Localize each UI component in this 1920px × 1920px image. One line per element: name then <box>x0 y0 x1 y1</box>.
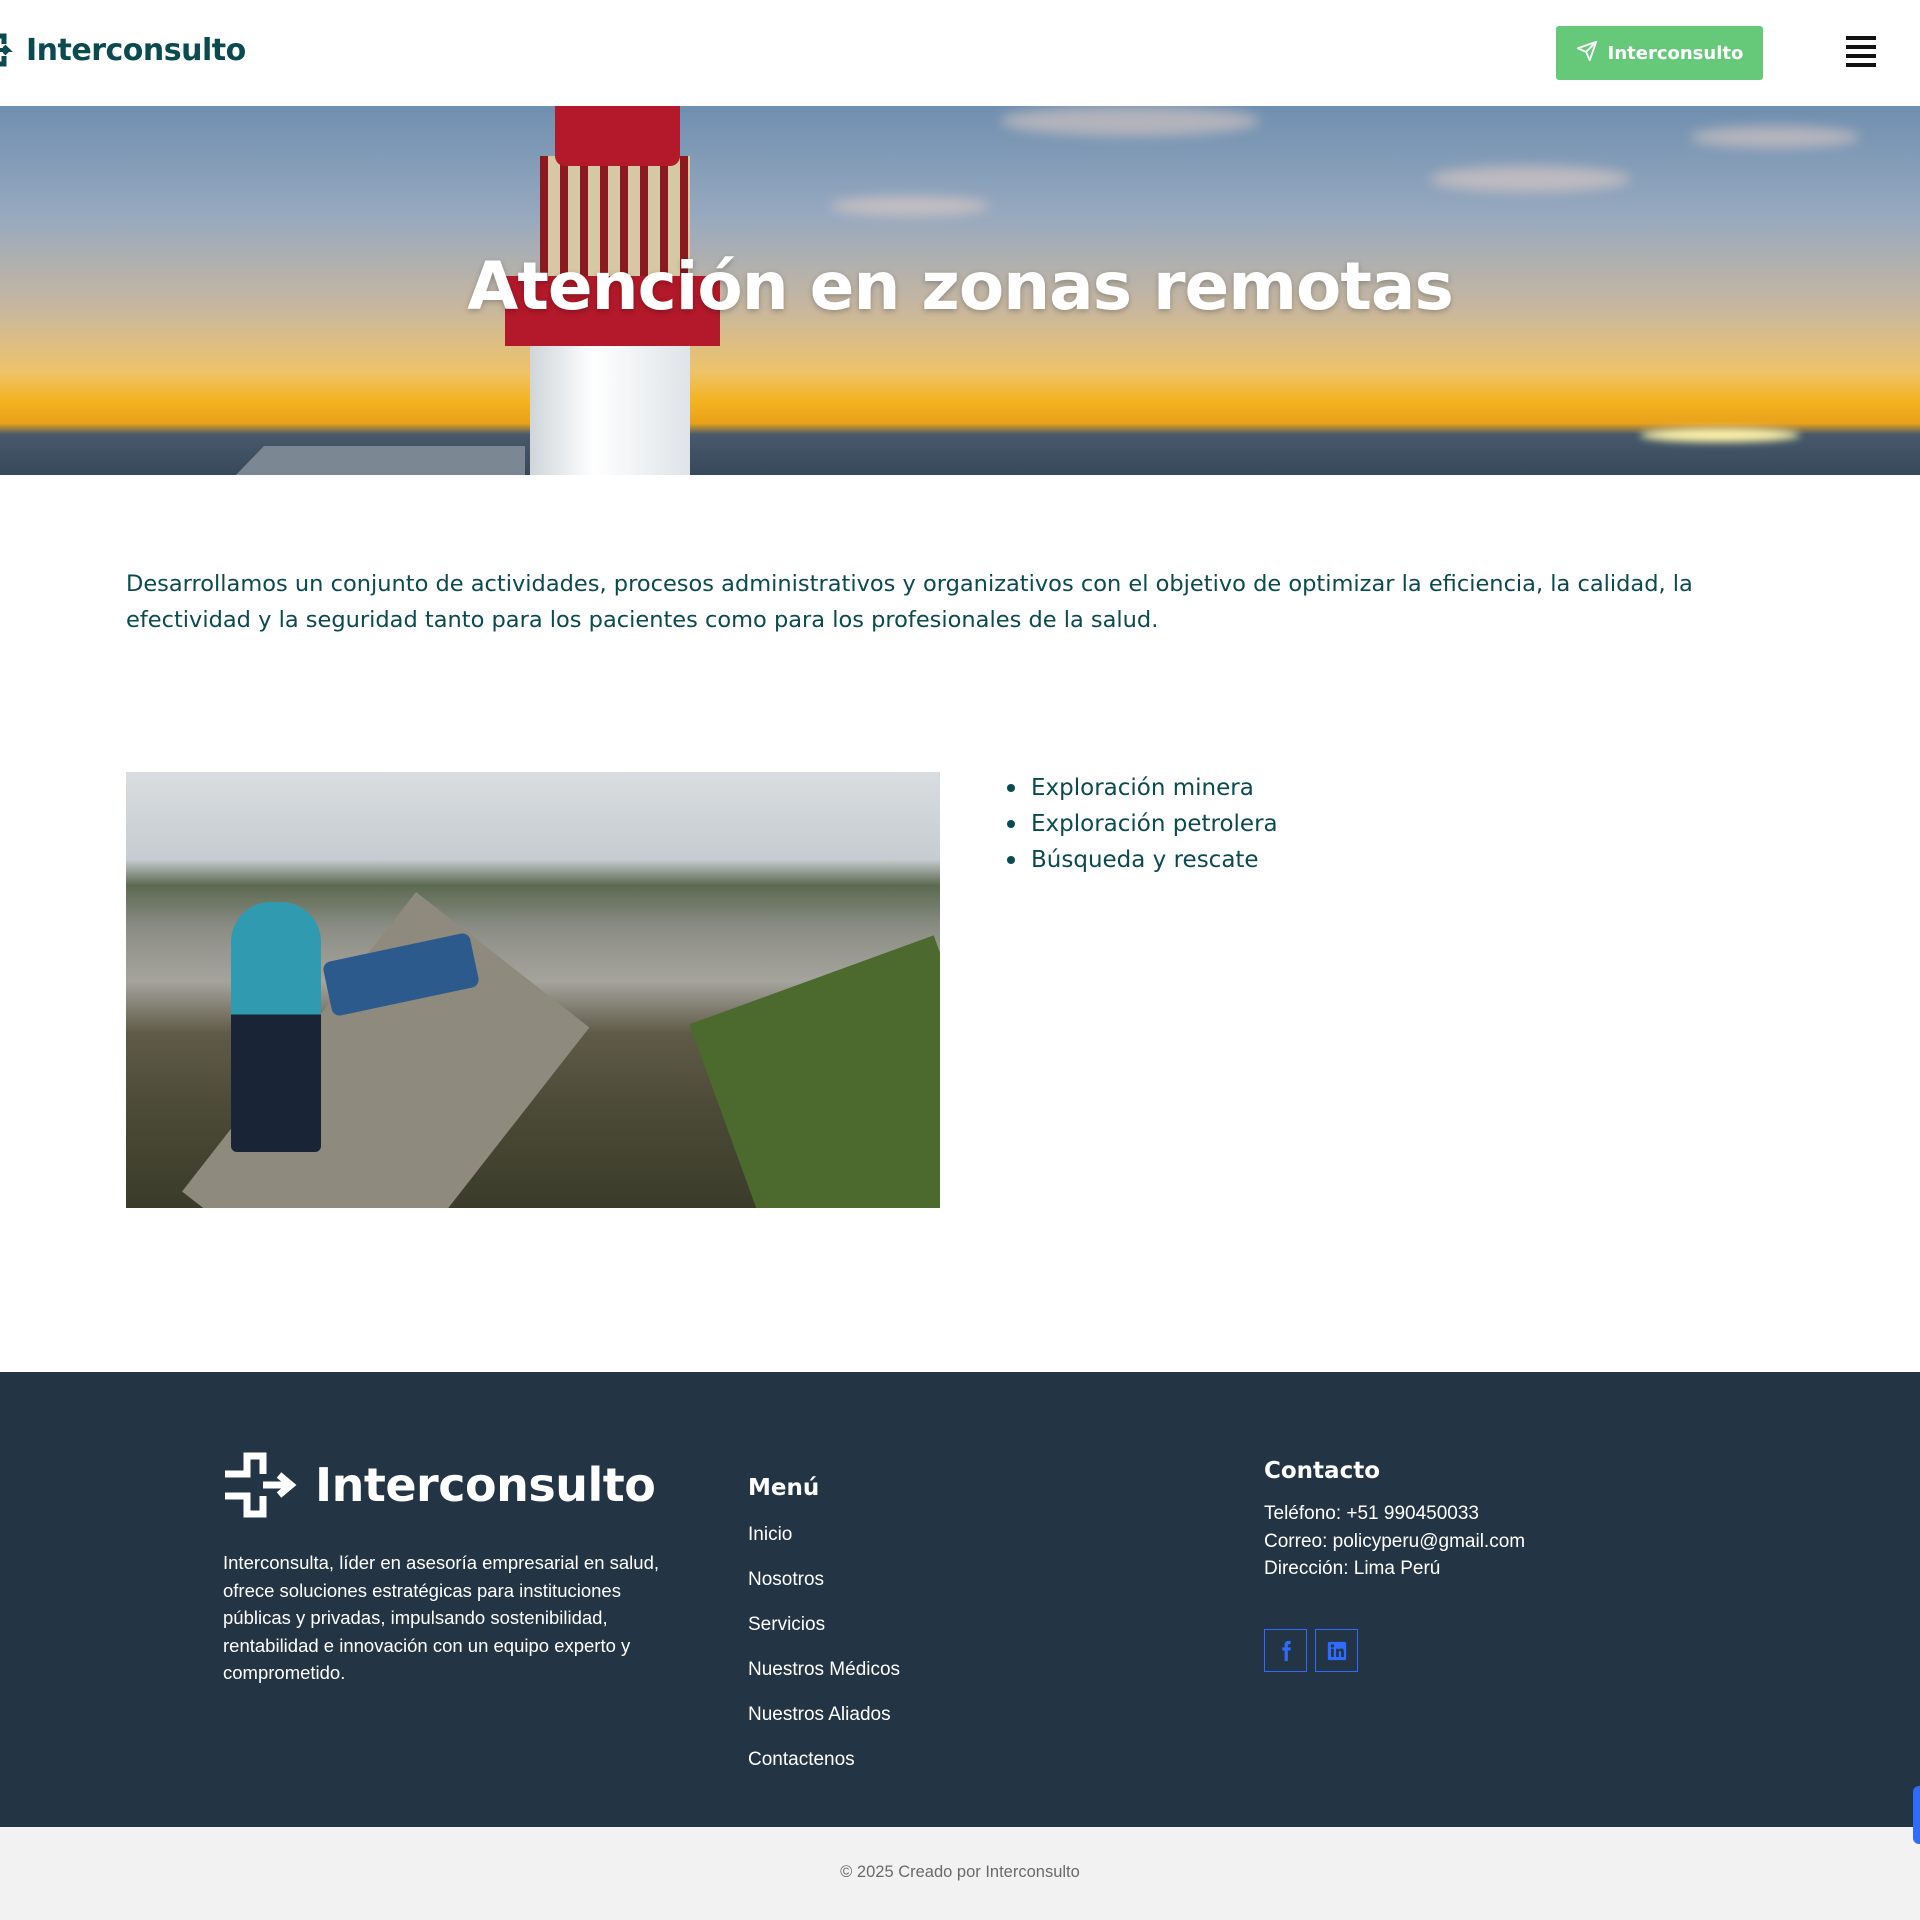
footer-brand-name: Interconsulto <box>315 1458 656 1512</box>
copyright-text: © 2025 Creado por Interconsulto <box>840 1863 1080 1881</box>
rescue-stretcher-photo <box>126 772 940 1208</box>
list-item: Exploración minera <box>1007 770 1278 806</box>
service-list: Exploración minera Exploración petrolera… <box>1007 770 1278 878</box>
brand-name: Interconsulto <box>26 32 246 68</box>
lighthouse-dome <box>555 106 680 166</box>
footer-menu: Inicio Nosotros Servicios Nuestros Médic… <box>748 1512 900 1782</box>
footer-about-text: Interconsulta, líder en asesoría empresa… <box>223 1552 660 1683</box>
brand-logo-link[interactable]: Interconsulto <box>0 28 246 72</box>
footer-link-contactenos[interactable]: Contactenos <box>748 1737 900 1782</box>
cross-logo-icon <box>0 32 18 68</box>
site-header: Interconsulto Interconsulto <box>0 0 1920 106</box>
intro-paragraph: Desarrollamos un conjunto de actividades… <box>126 571 1693 633</box>
hamburger-menu-icon[interactable] <box>1846 36 1876 68</box>
interconsulto-cta-button[interactable]: Interconsulto <box>1556 26 1763 80</box>
linkedin-icon[interactable] <box>1315 1629 1358 1672</box>
send-icon <box>1576 40 1598 67</box>
lighthouse-tower <box>530 336 690 475</box>
sunset-glow <box>1640 428 1800 442</box>
list-item: Exploración petrolera <box>1007 806 1278 842</box>
footer-link-inicio[interactable]: Inicio <box>748 1512 900 1557</box>
social-links <box>1264 1629 1358 1672</box>
footer-link-medicos[interactable]: Nuestros Médicos <box>748 1647 900 1692</box>
contact-title: Contacto <box>1264 1458 1380 1484</box>
page-title: Atención en zonas remotas <box>467 248 1454 325</box>
copyright-bar: © 2025 Creado por Interconsulto <box>0 1827 1920 1920</box>
facebook-icon[interactable] <box>1264 1629 1307 1672</box>
footer-logo[interactable]: Interconsulto <box>223 1452 656 1518</box>
cta-label: Interconsulto <box>1607 42 1744 64</box>
floating-side-tab[interactable] <box>1913 1786 1920 1844</box>
cross-logo-icon <box>223 1452 297 1518</box>
house-roof <box>235 446 525 475</box>
contact-email: Correo: policyperu@gmail.com <box>1264 1530 1526 1552</box>
contact-address: Dirección: Lima Perú <box>1264 1558 1441 1579</box>
contact-phone: Teléfono: +51 990450033 <box>1264 1503 1480 1524</box>
site-footer: Interconsulto Interconsulta, líder en as… <box>0 1372 1920 1827</box>
list-item: Búsqueda y rescate <box>1007 842 1278 878</box>
hero-banner: Atención en zonas remotas <box>0 106 1920 475</box>
footer-link-servicios[interactable]: Servicios <box>748 1602 900 1647</box>
footer-link-aliados[interactable]: Nuestros Aliados <box>748 1692 900 1737</box>
footer-menu-title: Menú <box>748 1475 820 1501</box>
footer-link-nosotros[interactable]: Nosotros <box>748 1557 900 1602</box>
contact-info: Teléfono: +51 990450033 Correo: policype… <box>1264 1500 1525 1583</box>
